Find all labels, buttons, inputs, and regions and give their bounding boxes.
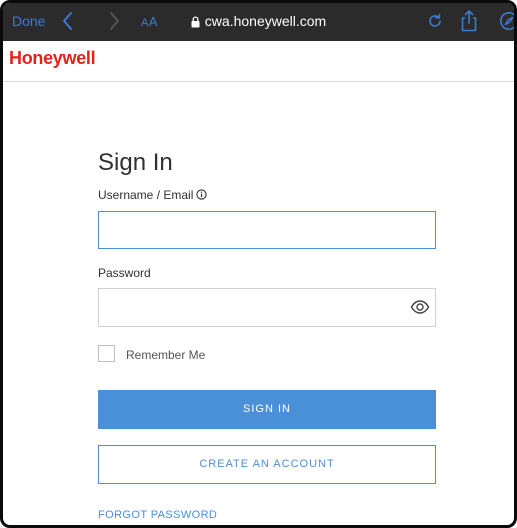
page-title: Sign In [98,149,173,177]
create-account-button[interactable]: CREATE AN ACCOUNT [98,445,436,484]
username-label: Username / Email [98,188,208,202]
share-icon[interactable] [459,9,479,33]
sign-in-button[interactable]: SIGN IN [98,390,436,429]
password-input[interactable] [98,288,436,327]
lock-icon [191,16,200,28]
text-size-big: A [148,14,159,29]
chevron-left-icon[interactable] [60,10,76,32]
username-label-text: Username / Email [98,188,194,202]
remember-me-label[interactable]: Remember Me [126,348,205,362]
site-header: Honeywell [3,41,514,82]
password-label: Password [98,266,151,280]
text-size-button[interactable]: AA [141,14,158,29]
honeywell-logo[interactable]: Honeywell [9,48,96,69]
done-button[interactable]: Done [12,13,45,29]
browser-toolbar: Done AA cwa.honeywell.com [3,3,514,41]
eye-icon[interactable] [410,299,430,315]
remember-me-checkbox[interactable] [98,345,115,362]
chevron-right-icon[interactable] [106,10,122,32]
compass-icon[interactable] [499,11,517,31]
text-size-small: A [141,17,149,29]
screen-frame: Done AA cwa.honeywell.com Honeywell Sign… [0,0,517,528]
info-icon[interactable] [196,189,208,200]
username-input[interactable] [98,211,436,249]
forgot-password-link[interactable]: FORGOT PASSWORD [98,509,217,521]
url-text: cwa.honeywell.com [204,13,327,29]
reload-icon[interactable] [426,12,444,30]
